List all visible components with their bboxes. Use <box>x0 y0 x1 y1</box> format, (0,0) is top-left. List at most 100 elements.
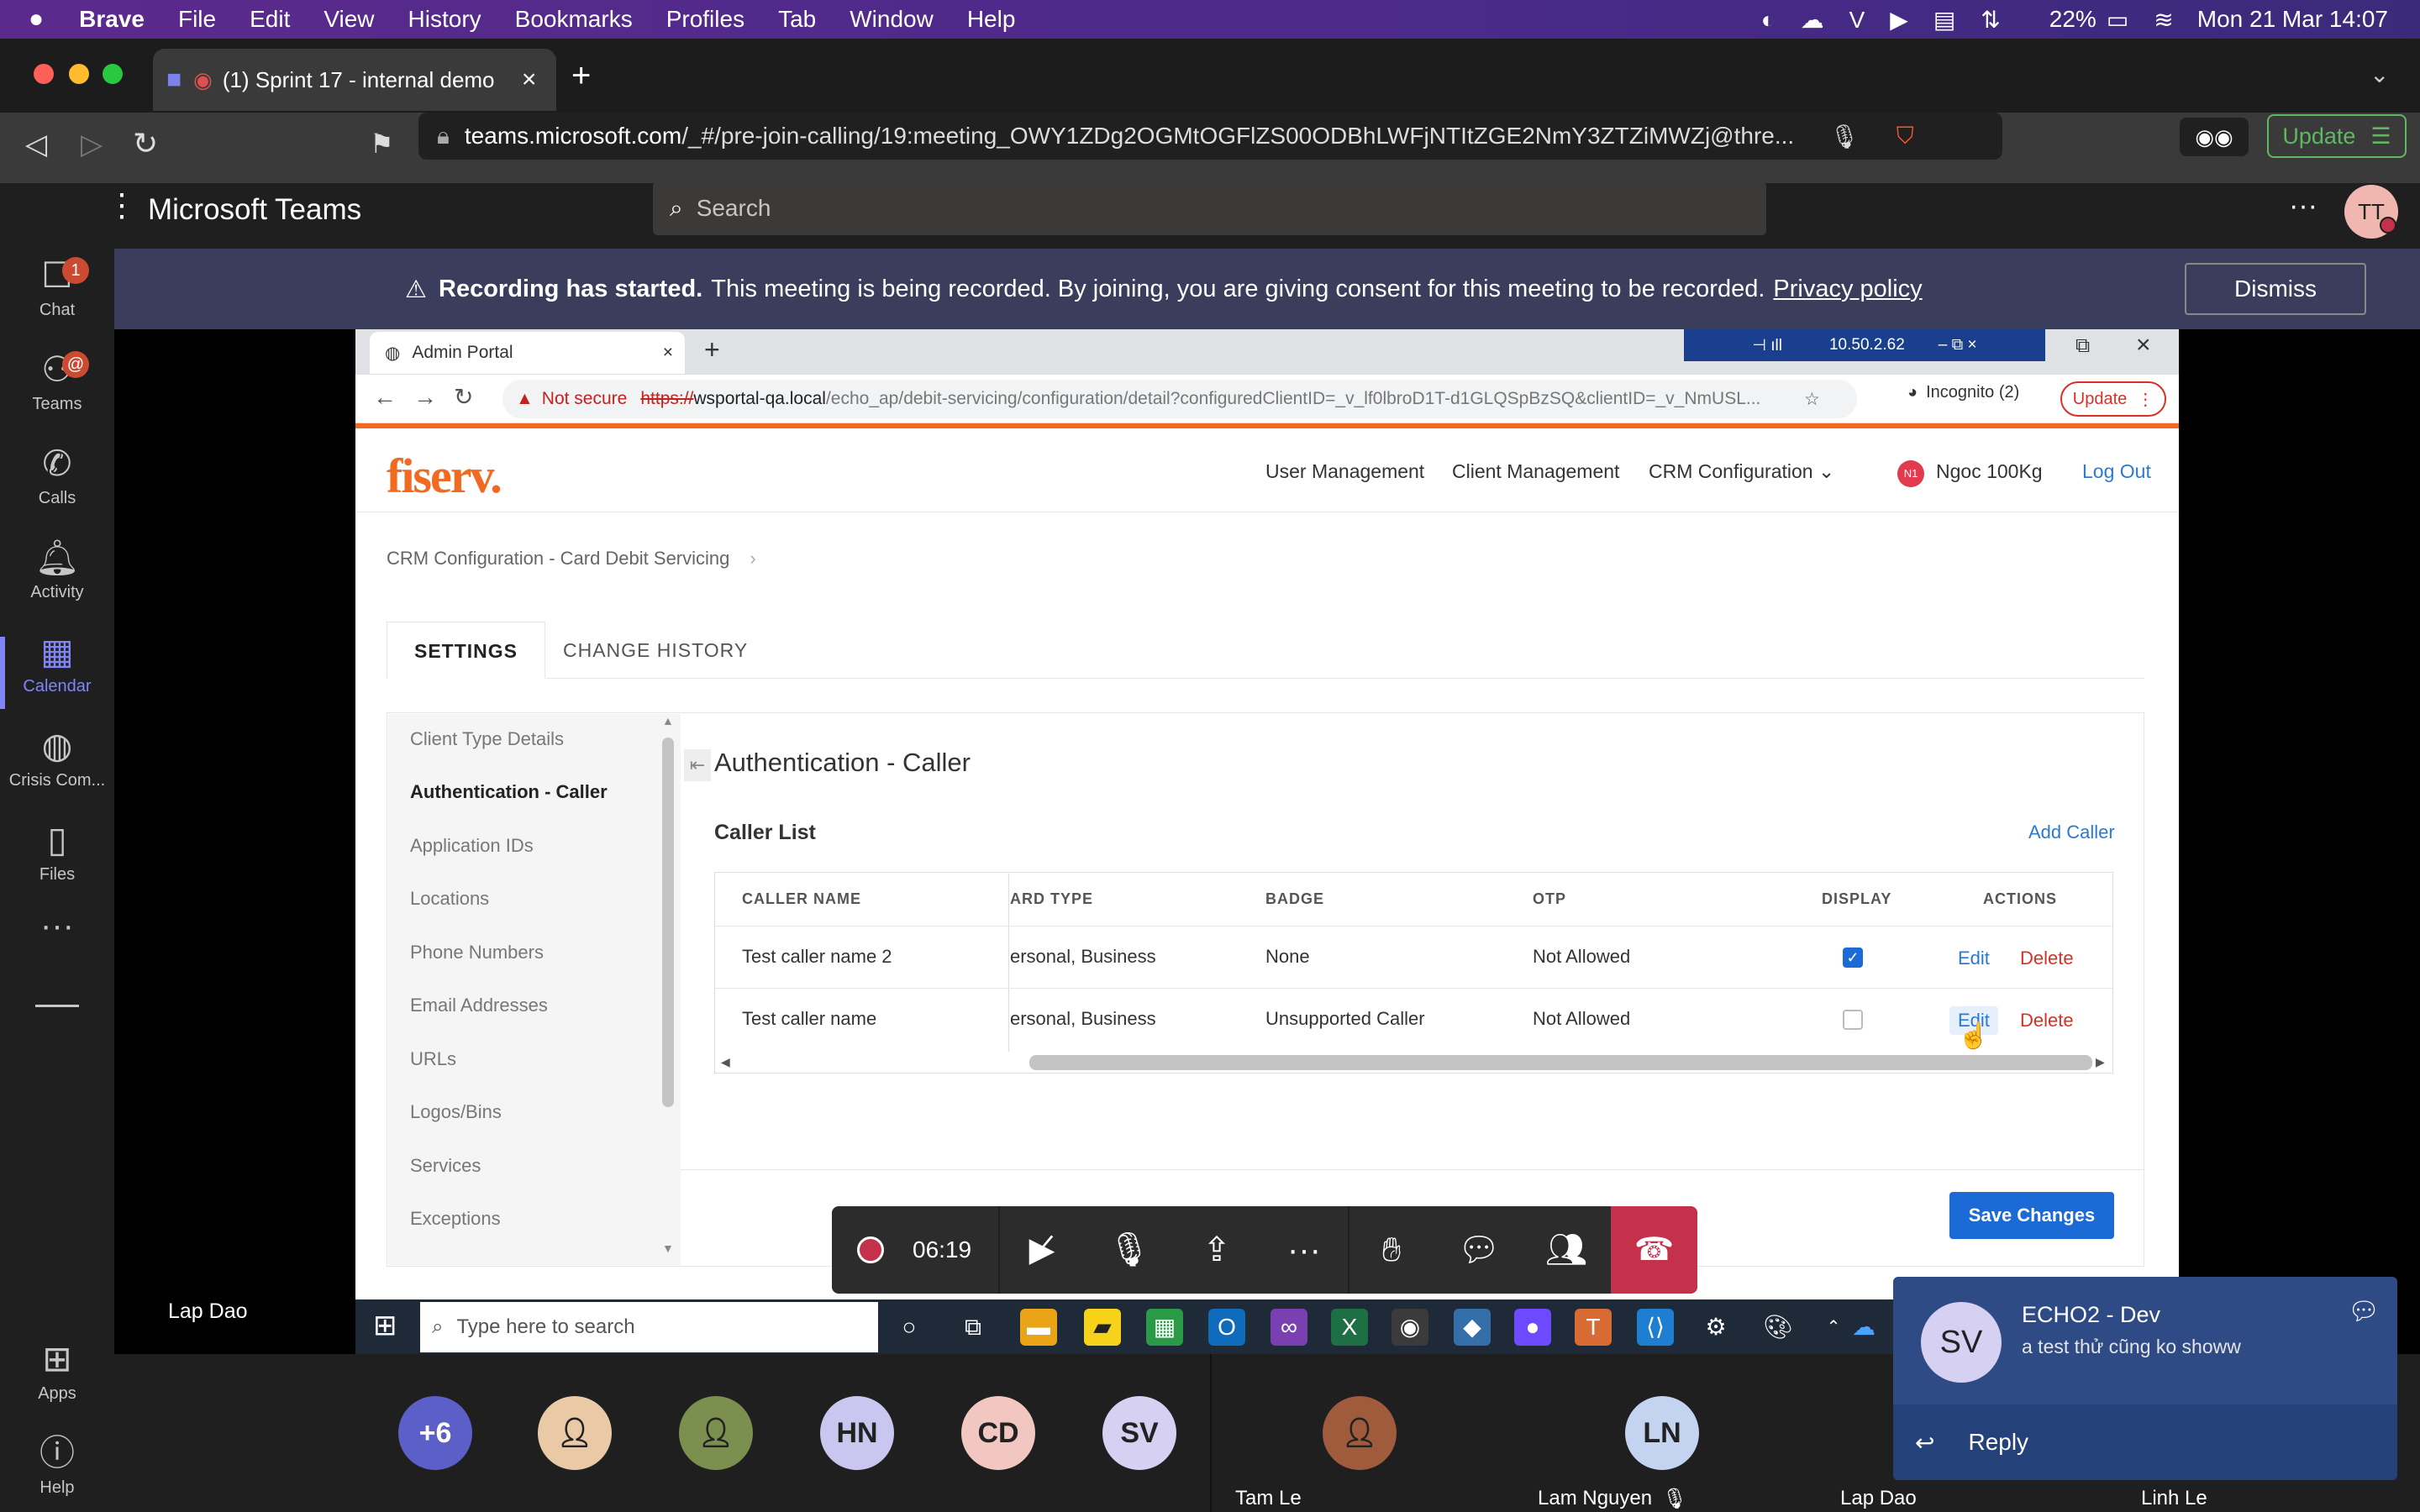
github-icon: ● <box>1514 1309 1551 1346</box>
rail-calls[interactable]: ✆ Calls <box>0 438 114 531</box>
rdp-connection-bar: ⊣ ıll 10.50.2.62 – ⧉ × <box>1684 329 2045 361</box>
battery-percent[interactable]: 22% <box>2049 6 2096 33</box>
menu-app-name[interactable]: Brave <box>79 6 145 33</box>
participant-tile-photo[interactable]: 👤︎ <box>1323 1396 1397 1470</box>
vpn-icon[interactable]: ◉◉ <box>2180 118 2249 156</box>
browser-tab-active[interactable]: ■ ◉ (1) Sprint 17 - internal demo × <box>153 49 556 111</box>
table-scroll-right-icon: ▶ <box>2096 1055 2105 1068</box>
battery-icon[interactable]: ▭ <box>2107 6 2128 34</box>
cell-card-type: ersonal, Business <box>1010 1008 1156 1029</box>
leave-call-button[interactable]: ☎ <box>1611 1206 1697 1294</box>
camera-off-button[interactable]: ▶̸ <box>1000 1206 1084 1294</box>
user-badge: N1 <box>1897 460 1924 487</box>
participant-avatar-cd[interactable]: CD <box>961 1396 1035 1470</box>
privacy-policy-link[interactable]: Privacy policy <box>1773 276 1922 303</box>
tab-change-history: CHANGE HISTORY <box>563 639 749 661</box>
share-content-button[interactable]: ⇪ <box>1175 1206 1259 1294</box>
avatar-initials: HN <box>836 1417 878 1449</box>
cell-otp: Not Allowed <box>1533 946 1631 967</box>
rail-activity[interactable]: 🔔︎ Activity <box>0 533 114 625</box>
forward-icon[interactable]: ▷ <box>81 128 103 161</box>
menu-window[interactable]: Window <box>850 6 934 33</box>
window-minimize-dot[interactable] <box>69 64 89 84</box>
mic-off-button[interactable]: 🎙︎ <box>1087 1206 1171 1294</box>
menu-help[interactable]: Help <box>967 6 1016 33</box>
raise-hand-button[interactable]: ✋︎ <box>1349 1206 1434 1294</box>
rail-files[interactable]: ▯ Files <box>0 815 114 907</box>
share-icon: ⇪ <box>1202 1231 1231 1268</box>
caller-table <box>714 872 2113 1074</box>
participants-button[interactable]: 👥︎ <box>1524 1206 1608 1294</box>
window-close-dot[interactable] <box>34 64 54 84</box>
more-actions-button[interactable]: ··· <box>1262 1206 1346 1294</box>
bookmark-icon[interactable]: ⚑ <box>370 128 394 160</box>
participant-tile-ln[interactable]: LN <box>1625 1396 1699 1470</box>
rail-label: Activity <box>30 583 84 601</box>
rail-apps[interactable]: ⊞ Apps <box>0 1334 114 1426</box>
status-icons[interactable]: ◐☁V▶▤⇅ <box>1761 6 2026 34</box>
url-scheme: https:// <box>640 389 694 408</box>
teams-search-input[interactable]: ⌕ Search <box>653 181 1766 235</box>
menu-file[interactable]: File <box>178 6 216 33</box>
overflow-count: +6 <box>418 1417 452 1449</box>
participant-avatar-sv[interactable]: SV <box>1102 1396 1176 1470</box>
col-actions: ACTIONS <box>1983 890 2057 907</box>
dismiss-button[interactable]: Dismiss <box>2185 263 2366 315</box>
wifi-icon[interactable]: ≋ <box>2154 6 2173 34</box>
tab-close-icon[interactable]: × <box>522 66 537 94</box>
apple-icon[interactable]: ● <box>29 5 44 34</box>
col-display: DISPLAY <box>1822 890 1892 907</box>
rail-more-apps[interactable]: ··· <box>0 907 114 1000</box>
rail-calendar[interactable]: ▦ Calendar <box>0 627 114 719</box>
rail-help[interactable]: ⓘ Help <box>0 1428 114 1512</box>
participant-avatar-hn[interactable]: HN <box>820 1396 894 1470</box>
hand-cursor-icon: ☝ <box>1958 1022 1990 1050</box>
warning-icon: ▲ <box>516 389 534 408</box>
menu-history[interactable]: History <box>408 6 481 33</box>
toast-reply-button[interactable]: ↩ Reply <box>1893 1404 2397 1480</box>
participant-photo-avatar[interactable]: 👤︎ <box>679 1396 753 1470</box>
display-checkbox-unchecked <box>1843 1010 1863 1030</box>
nav-user-management: User Management <box>1265 460 1425 482</box>
cell-otp: Not Allowed <box>1533 1008 1631 1029</box>
side-client-type-details: Client Type Details <box>410 728 565 749</box>
tab-list-chevron-icon[interactable]: ⌄ <box>2370 60 2389 88</box>
menu-profiles[interactable]: Profiles <box>666 6 744 33</box>
side-application-ids: Application IDs <box>410 835 534 856</box>
menu-view[interactable]: View <box>324 6 374 33</box>
col-otp: OTP <box>1533 890 1567 907</box>
mic-icon[interactable]: 🎙︎ <box>1829 123 1860 150</box>
recording-dot-icon: ◉ <box>193 66 213 92</box>
participant-photo-avatar[interactable]: 👤︎ <box>538 1396 612 1470</box>
participants-overflow[interactable]: +6 <box>398 1396 472 1470</box>
rail-chat[interactable]: ☐ Chat 1 <box>0 250 114 343</box>
table-scroll-left-icon: ◀ <box>721 1055 730 1068</box>
menu-edit[interactable]: Edit <box>250 6 290 33</box>
more-options-icon[interactable]: ··· <box>2289 190 2317 223</box>
menu-tab[interactable]: Tab <box>778 6 816 33</box>
menu-bookmarks[interactable]: Bookmarks <box>515 6 633 33</box>
toast-initials: SV <box>1939 1325 1983 1360</box>
recording-banner: ⚠ Recording has started. This meeting is… <box>114 249 2420 329</box>
brave-shield-icon[interactable]: ⛉ <box>1897 123 1914 150</box>
datetime[interactable]: Mon 21 Mar 14:07 <box>2197 6 2388 33</box>
rail-crisis[interactable]: ◍ Crisis Com... <box>0 721 114 813</box>
reload-icon[interactable]: ↻ <box>133 126 158 161</box>
chevron-right-icon: › <box>750 548 756 569</box>
shared-window-close-icon: × <box>2136 331 2151 359</box>
side-exceptions: Exceptions <box>410 1208 501 1229</box>
chrome-icon: ◉ <box>1392 1309 1428 1346</box>
search-placeholder: Search <box>696 195 771 221</box>
back-icon[interactable]: ◁ <box>25 128 47 161</box>
url-bar[interactable]: 🔒︎ teams.microsoft.com /_#/pre-join-call… <box>418 113 2002 160</box>
new-tab-button[interactable]: + <box>571 57 591 95</box>
window-zoom-dot[interactable] <box>103 64 123 84</box>
browser-update-button[interactable]: Update ☰ <box>2267 114 2407 158</box>
teams-icon: ⚇ <box>41 349 73 389</box>
chat-button[interactable]: 💬︎ <box>1437 1206 1521 1294</box>
tab-title: (1) Sprint 17 - internal demo <box>222 66 495 92</box>
avatar-initials: SV <box>1120 1417 1159 1449</box>
toast-chat-icon[interactable]: 💬︎ <box>2348 1297 2380 1326</box>
rail-teams[interactable]: ⚇ Teams @ <box>0 344 114 437</box>
task-view-icon: ⧉ <box>965 1314 981 1340</box>
